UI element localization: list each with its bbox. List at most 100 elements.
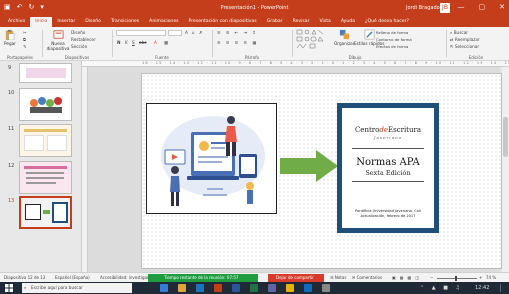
logo-subtitle: Javeriano <box>373 135 403 140</box>
layout-button[interactable]: Diseño <box>71 30 85 35</box>
tab-vista[interactable]: Vista <box>315 17 336 27</box>
file-explorer-icon[interactable] <box>178 284 186 292</box>
right-arrow-shape[interactable] <box>280 150 338 182</box>
zoom-level[interactable]: 74 % <box>486 275 496 280</box>
online-learning-illustration <box>161 116 265 206</box>
bullets-icon[interactable]: ≡ ≡ ⇤ ⇥ ⇕ <box>217 30 258 35</box>
tab-animaciones[interactable]: Animaciones <box>144 17 183 27</box>
excel-icon[interactable] <box>250 284 258 292</box>
view-buttons[interactable]: ▣▦▩◫ <box>392 275 423 280</box>
slide-image-box[interactable] <box>146 103 277 214</box>
find-button[interactable]: ⌕ Buscar <box>450 30 468 35</box>
reset-button[interactable]: Restablecer <box>71 37 96 42</box>
teams-icon[interactable] <box>268 284 276 292</box>
thumb-line <box>26 172 64 174</box>
shapes-gallery-icon[interactable] <box>296 29 332 51</box>
tab-insertar[interactable]: Insertar <box>52 17 80 27</box>
divider <box>292 30 293 57</box>
stop-sharing-button[interactable]: Dejar de compartir <box>268 274 324 282</box>
divider <box>352 148 424 149</box>
system-tray-icons[interactable]: ⌃ ▲ ■ ♫ <box>420 285 463 291</box>
language-indicator[interactable]: Español (España) <box>55 275 90 280</box>
task-view-icon[interactable] <box>160 284 168 292</box>
edge-icon[interactable] <box>196 284 204 292</box>
select-button[interactable]: ⇱ Seleccionar <box>450 44 479 49</box>
thumbnail-number: 11 <box>8 126 15 132</box>
font-shrink-button[interactable]: A <box>192 31 194 35</box>
tab-presentacion[interactable]: Presentación con diapositivas <box>184 17 262 27</box>
apa-title-card[interactable]: CentrodeEscritura Javeriano Normas APA S… <box>337 103 439 233</box>
minimize-icon[interactable]: — <box>458 3 465 11</box>
close-icon[interactable]: ✕ <box>499 3 505 11</box>
font-color-icon[interactable]: A <box>154 40 157 45</box>
card-subheading: Sexta Edición <box>365 169 411 177</box>
font-size-field[interactable] <box>168 30 182 36</box>
arrange-button[interactable]: Organizar <box>334 29 354 46</box>
powerpoint-icon[interactable] <box>214 284 222 292</box>
tab-transiciones[interactable]: Transiciones <box>106 17 144 27</box>
tab-grabar[interactable]: Grabar <box>262 17 288 27</box>
tab-diseno[interactable]: Diseño <box>80 17 106 27</box>
align-icon[interactable]: ≡ ≡ ≡ ≡ ▦ <box>217 40 258 45</box>
clear-format-icon[interactable]: ✗ <box>199 30 203 35</box>
show-desktop-button[interactable] <box>500 284 506 292</box>
word-icon[interactable] <box>232 284 240 292</box>
new-slide-icon <box>53 30 63 39</box>
scrollbar-thumb[interactable] <box>503 117 508 157</box>
shape-effects-button[interactable]: Efectos de forma <box>376 44 408 49</box>
slide-thumbnail-selected[interactable] <box>19 196 72 229</box>
paste-button[interactable]: Pegar <box>4 29 16 46</box>
tab-ayuda[interactable]: Ayuda <box>336 17 360 27</box>
chrome-icon[interactable] <box>286 284 294 292</box>
italic-button[interactable]: K <box>125 40 128 45</box>
avatar[interactable]: JB <box>440 3 450 13</box>
settings-gear-icon[interactable] <box>322 284 330 292</box>
zoom-slider-thumb[interactable] <box>455 276 457 281</box>
slide-thumbnail[interactable] <box>19 88 72 121</box>
font-name-field[interactable] <box>116 30 166 36</box>
comments-button[interactable]: ✉ Comentarios <box>352 275 382 280</box>
zoom-slider[interactable] <box>437 278 477 279</box>
title-bar: ▣ ↶ ↻ ▾ Presentación1 - PowerPoint Jordi… <box>0 0 509 17</box>
thumbnail-number: 12 <box>8 163 15 169</box>
replace-button[interactable]: ⇄ Reemplazar <box>450 37 480 42</box>
slide-thumbnail[interactable] <box>19 124 72 157</box>
cut-button[interactable]: ✂ <box>23 30 27 35</box>
shape-fill-button[interactable]: Relleno de forma <box>376 30 408 35</box>
slide-thumbnail[interactable] <box>19 63 72 83</box>
notes-button[interactable]: ☰ Notas <box>330 275 346 280</box>
accessibility-status[interactable]: Accesibilidad: investigar <box>100 275 149 280</box>
tab-revisar[interactable]: Revisar <box>288 17 315 27</box>
thumb-arrow <box>43 210 50 214</box>
shape-outline-button[interactable]: Contorno de forma <box>376 37 412 42</box>
status-bar: Diapositiva 12 de 13 Español (España) Ac… <box>0 272 509 282</box>
divider <box>42 30 43 57</box>
zoom-app-icon[interactable] <box>304 284 312 292</box>
slide-thumbnail[interactable] <box>19 161 72 194</box>
paste-icon <box>6 29 15 40</box>
slide-thumbnails-pane[interactable]: 9 10 11 12 13 <box>0 61 82 272</box>
user-name[interactable]: Jordi Bragado <box>406 5 440 11</box>
underline-button[interactable]: S <box>132 40 135 45</box>
tell-me-search[interactable]: ¿Qué desea hacer? <box>360 17 414 27</box>
section-button[interactable]: Sección <box>71 44 87 49</box>
font-grow-button[interactable]: A <box>185 30 188 35</box>
taskbar-search-input[interactable]: ⌕ Escribe aquí para buscar <box>22 283 132 293</box>
tab-archivo[interactable]: Archivo <box>3 17 30 27</box>
strikethrough-button[interactable]: abc <box>139 40 147 45</box>
highlight-icon[interactable]: ▩ <box>164 40 168 45</box>
thumb-people-graphic <box>30 97 62 113</box>
copy-button[interactable]: ⧉ <box>23 37 26 42</box>
bold-button[interactable]: N <box>117 40 121 45</box>
meeting-timer-badge[interactable]: Tiempo restante de la reunión: 07:57 <box>148 274 258 282</box>
clock[interactable]: 12:42 <box>475 285 489 291</box>
windows-start-icon[interactable] <box>5 284 13 292</box>
vertical-scrollbar[interactable] <box>502 67 509 272</box>
zoom-in-icon[interactable]: + <box>479 275 482 280</box>
zoom-out-icon[interactable]: − <box>430 275 433 280</box>
maximize-icon[interactable]: ▢ <box>479 3 486 11</box>
tab-inicio[interactable]: Inicio <box>30 17 53 27</box>
new-slide-button[interactable]: Nueva diapositiva <box>47 29 69 51</box>
thumb-line <box>26 177 64 179</box>
format-painter-icon[interactable]: ✎ <box>23 44 27 49</box>
